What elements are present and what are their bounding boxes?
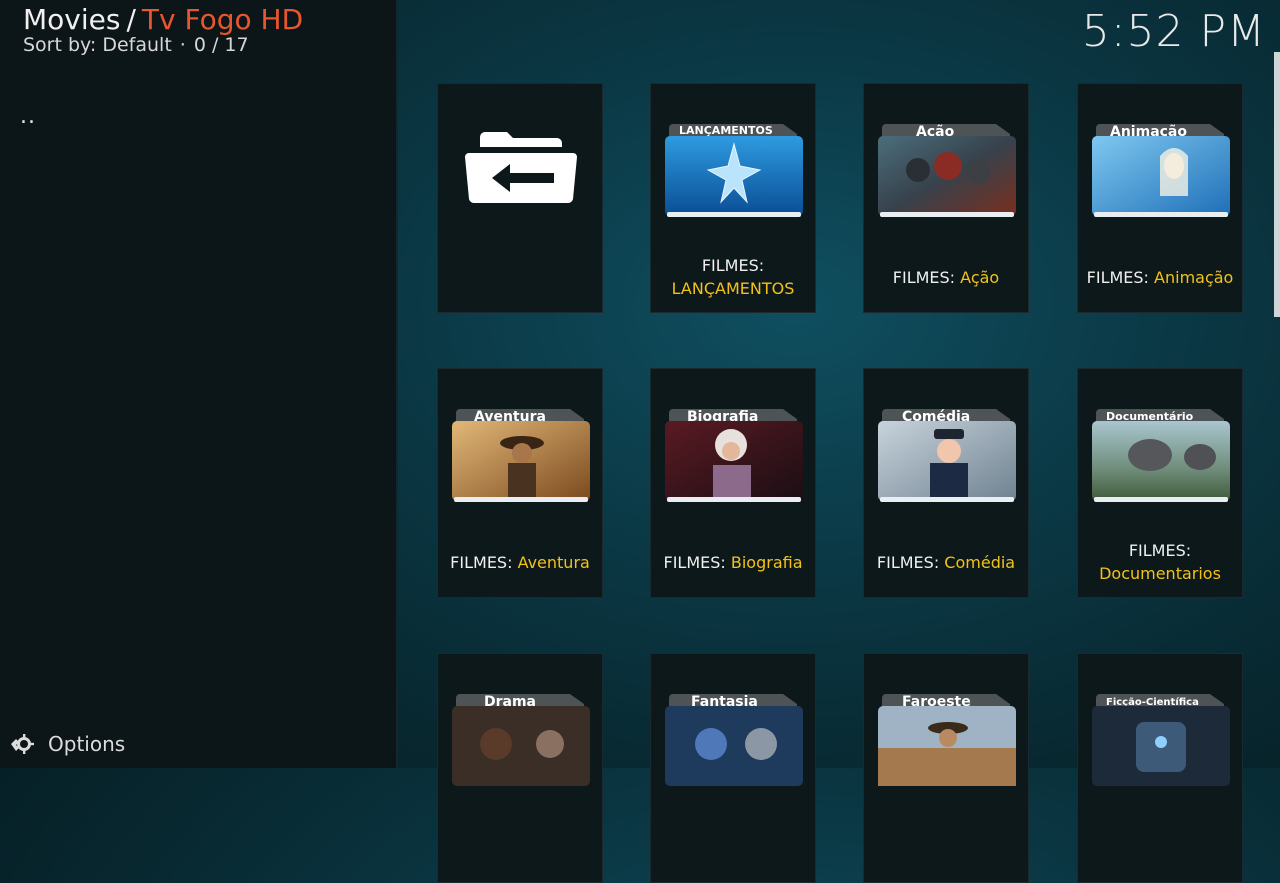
parent-folder-item[interactable]: .. <box>20 104 36 129</box>
comedy-folder-icon: Comédia <box>878 409 1016 502</box>
sort-dot: · <box>179 34 186 56</box>
tile-genre: Aventura <box>517 553 590 572</box>
documentary-folder-icon: Documentário <box>1092 409 1230 502</box>
fantasy-folder-icon: Fantasia <box>665 694 803 786</box>
scifi-folder-icon: Ficção-Científica <box>1092 694 1230 786</box>
tile-label: FILMES: Animação <box>1078 266 1242 289</box>
tile-label: FILMES: Comédia <box>864 551 1028 574</box>
tile-comedia[interactable]: Comédia FILMES: Comédia <box>863 368 1029 598</box>
breadcrumb: Movies / Tv Fogo HD <box>23 2 303 38</box>
tile-label: FILMES: Ação <box>864 266 1028 289</box>
tile-prefix: FILMES: <box>876 553 940 572</box>
tile-label: FILMES: Documentarios <box>1078 539 1242 585</box>
breadcrumb-section: Movies <box>23 3 121 36</box>
options-gear-icon <box>11 734 34 754</box>
star-folder-icon: LANÇAMENTOS <box>665 124 803 217</box>
western-folder-icon: Faroeste <box>878 694 1016 786</box>
tile-drama[interactable]: Drama <box>437 653 603 883</box>
tile-prefix: FILMES: <box>1086 268 1149 287</box>
tile-prefix: FILMES: <box>1128 541 1192 560</box>
drama-folder-icon: Drama <box>452 694 590 786</box>
tile-acao[interactable]: Ação FILMES: Ação <box>863 83 1029 313</box>
biography-folder-icon: Biografia <box>665 409 803 502</box>
tile-genre: Biografia <box>730 553 803 572</box>
tile-lancamentos[interactable]: LANÇAMENTOS FILMES: LANÇAMENTOS <box>650 83 816 313</box>
tile-ficcao-cientifica[interactable]: Ficção-Científica <box>1077 653 1243 883</box>
tile-genre: Ação <box>960 268 1000 287</box>
breadcrumb-addon: Tv Fogo HD <box>141 3 304 36</box>
sort-info: Sort by: Default · 0 / 17 <box>23 34 249 56</box>
sidebar: Movies / Tv Fogo HD Sort by: Default · 0 / 1… <box>0 0 398 768</box>
back-folder-icon <box>465 132 577 204</box>
tile-label: FILMES: Biografia <box>651 551 815 574</box>
options-button[interactable]: Options <box>8 728 125 760</box>
action-folder-icon: Ação <box>878 124 1016 217</box>
tile-aventura[interactable]: Aventura FILMES: Aventura <box>437 368 603 598</box>
options-label: Options <box>48 732 126 756</box>
tile-prefix: FILMES: <box>663 553 726 572</box>
tile-prefix: FILMES: <box>701 256 765 275</box>
tile-faroeste[interactable]: Faroeste <box>863 653 1029 883</box>
tile-documentarios[interactable]: Documentário FILMES: Documentarios <box>1077 368 1243 598</box>
tile-parent-folder[interactable] <box>437 83 603 313</box>
item-position: 0 / 17 <box>193 34 249 56</box>
breadcrumb-separator: / <box>126 3 136 36</box>
scrollbar[interactable] <box>1274 52 1280 317</box>
tile-tab-label: LANÇAMENTOS <box>679 124 773 137</box>
tile-fantasia[interactable]: Fantasia <box>650 653 816 883</box>
tile-genre: Documentarios <box>1099 564 1221 583</box>
tile-genre: Comédia <box>944 553 1016 572</box>
tile-label: FILMES: Aventura <box>438 551 602 574</box>
tile-genre: LANÇAMENTOS <box>671 279 795 298</box>
tile-biografia[interactable]: Biografia FILMES: Biografia <box>650 368 816 598</box>
tile-animacao[interactable]: Animação FILMES: Animação <box>1077 83 1243 313</box>
clock: 5:52 PM <box>1081 6 1266 57</box>
animation-folder-icon: Animação <box>1092 124 1230 217</box>
adventure-folder-icon: Aventura <box>452 409 590 502</box>
tile-label: FILMES: LANÇAMENTOS <box>651 254 815 300</box>
tile-prefix: FILMES: <box>892 268 956 287</box>
tile-genre: Animação <box>1154 268 1234 287</box>
sort-label: Sort by: Default <box>23 34 172 56</box>
tile-prefix: FILMES: <box>450 553 513 572</box>
